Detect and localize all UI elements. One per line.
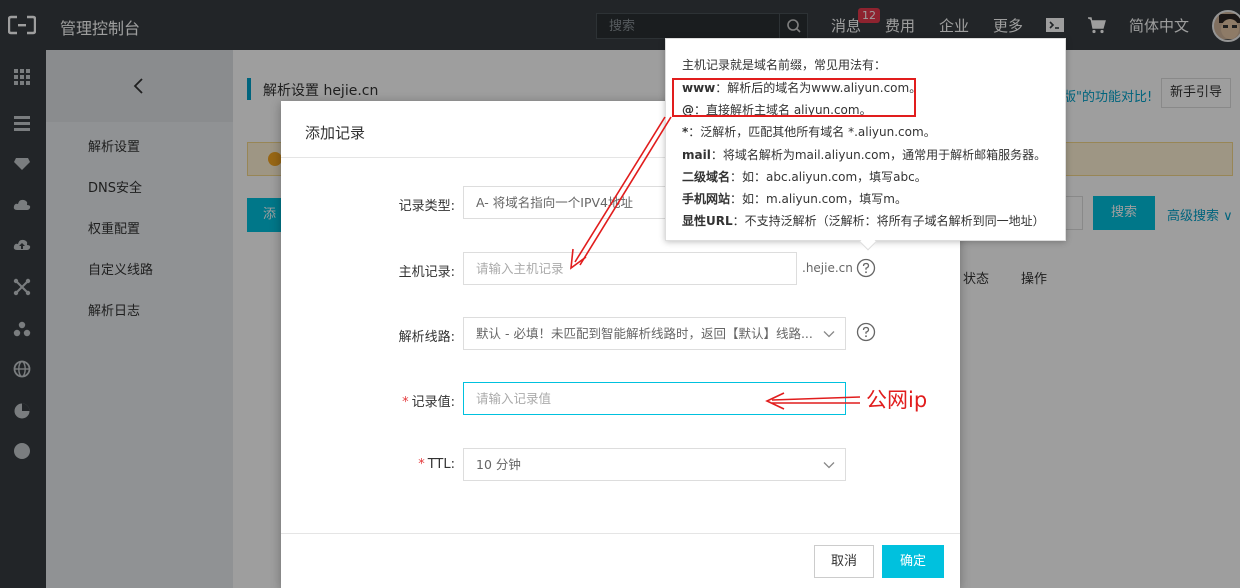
tooltip-intro: 主机记录就是域名前缀，常见用法有： <box>682 58 887 72</box>
chevron-down-icon <box>823 462 835 469</box>
ttl-label-text: TTL: <box>427 457 455 472</box>
tooltip-term: mail <box>682 148 711 162</box>
tooltip-desc: ：将域名解析为mail.aliyun.com，通常用于解析邮箱服务器。 <box>710 148 1047 162</box>
tooltip-line: mail：将域名解析为mail.aliyun.com，通常用于解析邮箱服务器。 <box>682 146 1046 163</box>
record-value-label-text: 记录值: <box>411 395 455 410</box>
required-marker: * <box>402 395 409 410</box>
help-icon[interactable] <box>856 258 876 278</box>
host-record-label: 主机记录: <box>398 265 455 280</box>
record-type-value: A- 将域名指向一个IPV4地址 <box>476 195 633 210</box>
help-icon[interactable] <box>856 322 876 342</box>
dns-line-label: 解析线路: <box>398 330 455 345</box>
dns-line-value: 默认 - 必填！未匹配到智能解析线路时，返回【默认】线路... <box>476 326 813 341</box>
tooltip-desc: ：不支持泛解析（泛解析：将所有子域名解析到同一地址） <box>732 214 1045 228</box>
chevron-down-icon <box>823 331 835 338</box>
tooltip-desc: ：如：m.aliyun.com，填写m。 <box>730 192 907 206</box>
record-value-input[interactable] <box>463 382 846 415</box>
tooltip-desc: ：如：abc.aliyun.com，填写abc。 <box>730 170 927 184</box>
tooltip-term: 显性URL <box>682 214 733 228</box>
annotation-highlight-box <box>672 78 916 117</box>
ttl-select[interactable]: 10 分钟 <box>463 448 846 481</box>
domain-suffix: .hejie.cn <box>802 261 853 275</box>
tooltip-term: 二级域名 <box>682 170 731 184</box>
tooltip-line: 显性URL：不支持泛解析（泛解析：将所有子域名解析到同一地址） <box>682 212 1045 229</box>
tooltip-line: *：泛解析，匹配其他所有域名 *.aliyun.com。 <box>682 123 936 140</box>
host-record-input[interactable] <box>463 252 797 285</box>
ttl-label: * TTL: <box>305 457 455 472</box>
tooltip-line: 二级域名：如：abc.aliyun.com，填写abc。 <box>682 168 927 185</box>
record-value-label: * 记录值: <box>305 391 455 410</box>
host-record-help-tooltip: 主机记录就是域名前缀，常见用法有： www：解析后的域名为www.aliyun.… <box>665 38 1066 251</box>
tooltip-term: 手机网站 <box>682 192 731 206</box>
cancel-button[interactable]: 取消 <box>814 545 874 578</box>
ttl-value: 10 分钟 <box>476 457 521 472</box>
tooltip-line: 手机网站：如：m.aliyun.com，填写m。 <box>682 190 907 207</box>
annotation-public-ip-label: 公网ip <box>866 388 928 412</box>
confirm-button[interactable]: 确定 <box>882 545 944 578</box>
record-type-label: 记录类型: <box>398 199 455 214</box>
dns-line-select[interactable]: 默认 - 必填！未匹配到智能解析线路时，返回【默认】线路... <box>463 317 846 350</box>
dialog-footer-divider <box>281 533 960 534</box>
dialog-title: 添加记录 <box>305 124 366 142</box>
tooltip-desc: ：泛解析，匹配其他所有域名 *.aliyun.com。 <box>688 125 936 139</box>
required-marker: * <box>418 457 425 472</box>
